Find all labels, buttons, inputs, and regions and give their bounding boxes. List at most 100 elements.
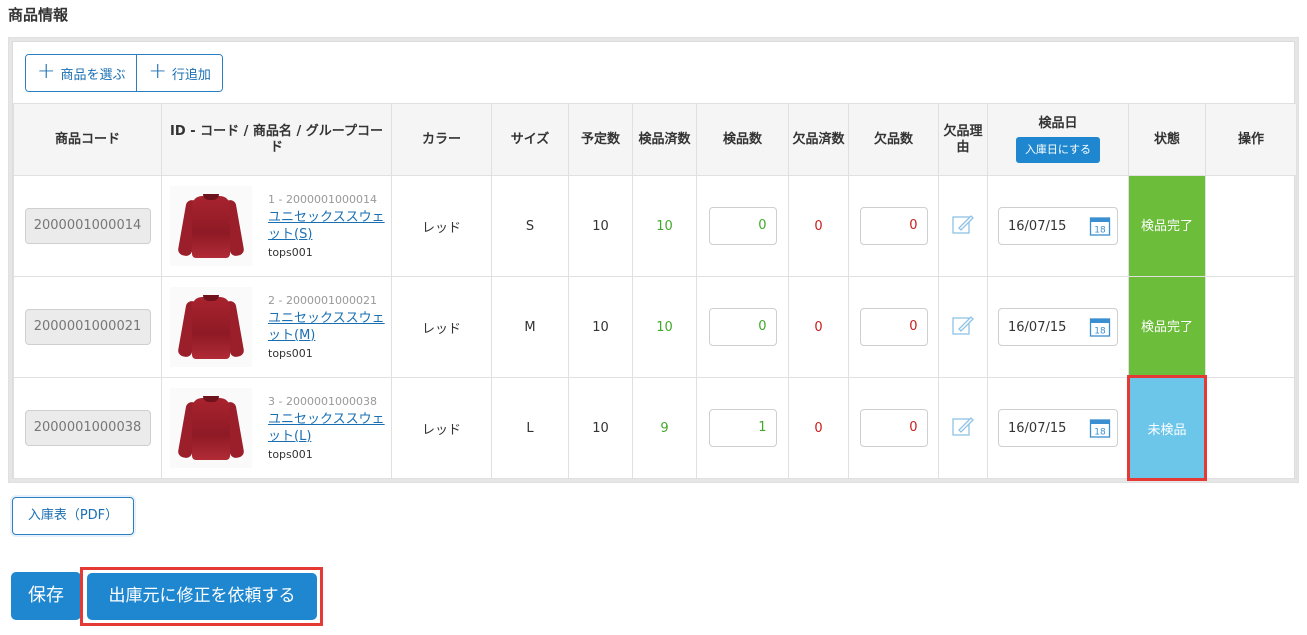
status-cell: 検品完了	[1128, 276, 1206, 378]
inspect-date-input[interactable]: 16/07/15 18	[998, 207, 1118, 245]
column-header-status: 状態	[1128, 103, 1206, 176]
product-code-field[interactable]: 2000001000014	[24, 208, 151, 244]
calendar-icon[interactable]: 18	[1089, 316, 1111, 338]
column-header-actions: 操作	[1205, 103, 1297, 176]
inspect-qty-cell: 0	[696, 276, 789, 378]
select-products-button[interactable]: + 商品を選ぶ	[26, 55, 137, 91]
inspect-date-input[interactable]: 16/07/15 18	[998, 409, 1118, 447]
inspected-done-cell: 10	[632, 175, 697, 277]
status-cell: 検品完了	[1128, 175, 1206, 277]
inspected-done-cell: 9	[632, 377, 697, 479]
inspect-date-value: 16/07/15	[1008, 420, 1067, 436]
inspect-date-value: 16/07/15	[1008, 218, 1067, 234]
column-header-inspect-qty: 検品数	[696, 103, 789, 176]
column-header-color: カラー	[391, 103, 492, 176]
inspect-date-value: 16/07/15	[1008, 319, 1067, 335]
column-header-missing-reason-label: 欠品理由	[943, 123, 983, 155]
column-header-missing-qty: 欠品数	[848, 103, 939, 176]
product-cell: 3 - 2000001000038 ユニセックススウェット(L) tops001	[161, 377, 392, 479]
product-code-field[interactable]: 2000001000021	[24, 309, 151, 345]
product-cell: 1 - 2000001000014 ユニセックススウェット(S) tops001	[161, 175, 392, 277]
missing-qty-input[interactable]: 0	[859, 409, 928, 447]
inspect-qty-cell: 0	[696, 175, 789, 277]
missing-qty-cell: 0	[848, 276, 939, 378]
calendar-icon[interactable]: 18	[1089, 417, 1111, 439]
planned-cell: 10	[568, 377, 633, 479]
select-products-label: 商品を選ぶ	[60, 67, 126, 83]
product-thumbnail	[170, 287, 252, 367]
section-title: 商品情報	[8, 6, 69, 24]
product-group-code: tops001	[268, 447, 313, 461]
inspected-done-cell: 10	[632, 276, 697, 378]
product-group-code: tops001	[268, 346, 313, 360]
product-cell: 2 - 2000001000021 ユニセックススウェット(M) tops001	[161, 276, 392, 378]
product-thumbnail	[170, 388, 252, 468]
product-panel-inner: + 商品を選ぶ + 行追加 商品コード ID - コード / 商品名 / グルー…	[12, 41, 1297, 481]
status-label: 未検品	[1147, 422, 1187, 438]
calendar-icon[interactable]: 18	[1089, 215, 1111, 237]
save-button[interactable]: 保存	[11, 572, 81, 620]
edit-icon[interactable]	[951, 212, 975, 236]
inspect-qty-input[interactable]: 1	[708, 409, 777, 447]
product-id: 3 - 2000001000038	[268, 394, 377, 408]
missing-done-cell: 0	[788, 276, 849, 378]
add-row-button[interactable]: + 行追加	[136, 55, 222, 91]
missing-qty-cell: 0	[848, 377, 939, 479]
edit-icon[interactable]	[951, 414, 975, 438]
missing-reason-cell	[938, 276, 988, 378]
missing-reason-cell	[938, 377, 988, 479]
inspect-date-input[interactable]: 16/07/15 18	[998, 308, 1118, 346]
code-cell: 2000001000021	[13, 276, 162, 378]
inspect-qty-input[interactable]: 0	[708, 207, 777, 245]
status-label: 検品完了	[1141, 218, 1194, 234]
date-cell: 16/07/15 18	[987, 276, 1129, 378]
plus-icon: +	[148, 59, 167, 84]
actions-cell	[1205, 175, 1297, 277]
table-row: 2000001000021 2 - 2000001000021 ユニセックススウ…	[13, 276, 1297, 378]
product-thumbnail	[170, 186, 252, 266]
status-label: 検品完了	[1141, 319, 1194, 335]
set-receipt-date-button[interactable]: 入庫日にする	[1015, 137, 1101, 163]
product-name-link[interactable]: ユニセックススウェット(L)	[268, 411, 388, 445]
table-row: 2000001000014 1 - 2000001000014 ユニセックススウ…	[13, 175, 1297, 277]
code-cell: 2000001000038	[13, 377, 162, 479]
product-id: 1 - 2000001000014	[268, 192, 377, 206]
column-header-product: ID - コード / 商品名 / グループコード	[161, 103, 392, 176]
product-panel: + 商品を選ぶ + 行追加 商品コード ID - コード / 商品名 / グルー…	[8, 37, 1299, 483]
planned-cell: 10	[568, 175, 633, 277]
missing-qty-input[interactable]: 0	[859, 308, 928, 346]
actions-cell	[1205, 276, 1297, 378]
size-cell: M	[491, 276, 569, 378]
actions-cell	[1205, 377, 1297, 479]
product-name-link[interactable]: ユニセックススウェット(S)	[268, 209, 388, 243]
status-cell: 未検品	[1127, 375, 1207, 481]
inspect-qty-cell: 1	[696, 377, 789, 479]
product-table: 商品コード ID - コード / 商品名 / グループコード カラー サイズ 予…	[13, 103, 1297, 481]
size-cell: S	[491, 175, 569, 277]
request-fix-highlight-box: 出庫元に修正を依頼する	[80, 567, 323, 626]
table-header-row: 商品コード ID - コード / 商品名 / グループコード カラー サイズ 予…	[13, 103, 1297, 176]
inspect-qty-input[interactable]: 0	[708, 308, 777, 346]
request-fix-button[interactable]: 出庫元に修正を依頼する	[87, 573, 317, 620]
plus-icon: +	[37, 59, 56, 84]
column-header-planned: 予定数	[568, 103, 633, 176]
color-cell: レッド	[391, 276, 492, 378]
column-header-product-label: ID - コード / 商品名 / グループコード	[170, 123, 383, 155]
calendar-day-label: 18	[1094, 428, 1106, 438]
missing-done-cell: 0	[788, 377, 849, 479]
product-name-link[interactable]: ユニセックススウェット(M)	[268, 310, 388, 344]
column-header-missing-done: 欠品済数	[788, 103, 849, 176]
missing-qty-input[interactable]: 0	[859, 207, 928, 245]
planned-cell: 10	[568, 276, 633, 378]
color-cell: レッド	[391, 175, 492, 277]
column-header-size: サイズ	[491, 103, 569, 176]
date-cell: 16/07/15 18	[987, 377, 1129, 479]
calendar-day-label: 18	[1094, 327, 1106, 337]
pdf-button[interactable]: 入庫表（PDF）	[12, 497, 134, 535]
product-id: 2 - 2000001000021	[268, 293, 377, 307]
edit-icon[interactable]	[951, 313, 975, 337]
calendar-day-label: 18	[1094, 226, 1106, 236]
add-row-label: 行追加	[171, 67, 211, 83]
product-group-code: tops001	[268, 245, 313, 259]
product-code-field[interactable]: 2000001000038	[24, 410, 151, 446]
